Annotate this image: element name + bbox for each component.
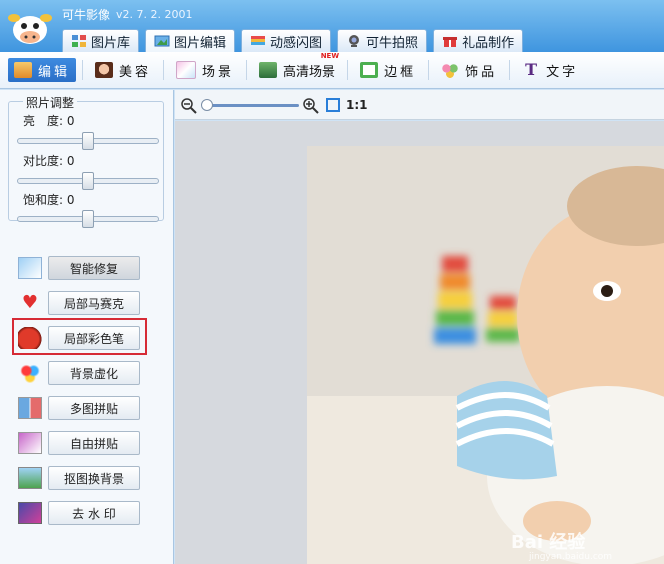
subtool-edit[interactable]: 编辑 [8, 58, 77, 82]
tab-label: 图片库 [91, 35, 131, 51]
tool-blur-background: 背景虚化 [18, 360, 140, 386]
saturation-slider-knob[interactable] [82, 210, 94, 228]
tool-free-collage: 自由拼贴 [18, 430, 140, 456]
saturation-slider[interactable] [17, 210, 159, 228]
subtool-label: 高清场景 [283, 64, 336, 80]
brightness-slider[interactable] [17, 132, 159, 150]
main-tabs: 图片库 图片编辑 动感闪图 可牛拍照 礼品制作 [62, 29, 524, 52]
frame-icon [360, 62, 379, 78]
multi-collage-icon [18, 397, 42, 419]
subtool-label: 场景 [202, 64, 235, 80]
subtool-accessory[interactable]: 饰品 [435, 58, 503, 82]
baby-photo-illustration [307, 146, 664, 564]
image-canvas[interactable]: Bai 经验 jingyan.baidu.com [175, 121, 664, 564]
zoom-slider[interactable] [201, 99, 299, 111]
tool-cutout-background: 抠图换背景 [18, 465, 140, 491]
tab-gallery[interactable]: 图片库 [62, 29, 140, 52]
blur-background-icon [18, 362, 42, 384]
gallery-icon [72, 35, 86, 47]
brightness-slider-knob[interactable] [82, 132, 94, 150]
baidu-watermark: Bai 经验 [511, 532, 586, 553]
hd-scene-icon [259, 62, 278, 78]
actual-size-button[interactable]: 1:1 [346, 98, 368, 112]
brightness-value: 0 [66, 114, 75, 128]
new-badge: NEW [320, 52, 340, 60]
blur-background-button[interactable]: 背景虚化 [48, 361, 140, 385]
zoom-toolbar: 1:1 [175, 90, 664, 120]
cutout-background-button[interactable]: 抠图换背景 [48, 466, 140, 490]
divider [428, 60, 430, 80]
subtool-text[interactable]: T 文字 [516, 58, 584, 82]
contrast-value: 0 [66, 154, 75, 168]
flash-animation-icon [251, 36, 266, 45]
tab-label: 礼品制作 [462, 35, 515, 51]
color-pen-highlight-box [12, 318, 147, 355]
tab-label: 图片编辑 [174, 35, 227, 51]
free-collage-icon [18, 432, 42, 454]
tool-multi-collage: 多图拼贴 [18, 395, 140, 421]
zoom-out-icon[interactable] [181, 98, 197, 114]
edit-picture-icon [154, 35, 170, 47]
title-bar: 可牛影像 v2. 7. 2. 2001 图片库 图片编辑 动感闪图 可牛拍照 礼… [0, 0, 664, 52]
edit-icon [14, 62, 32, 78]
saturation-label: 饱和度: 0 [23, 193, 75, 207]
cow-logo-icon [8, 14, 52, 44]
tool-mosaic: ♥ 局部马赛克 [18, 290, 140, 316]
tab-label: 动感闪图 [270, 35, 323, 51]
webcam-icon [349, 35, 360, 47]
photo-adjust-group: 照片调整 亮 度: 0 对比度: 0 饱和度: 0 [8, 94, 164, 228]
subtool-label: 边框 [384, 64, 417, 80]
mosaic-heart-icon: ♥ [21, 292, 39, 313]
subtool-label: 美容 [119, 64, 152, 80]
accessory-icon [441, 62, 460, 78]
cutout-background-icon [18, 467, 42, 489]
group-title: 照片调整 [23, 94, 78, 111]
tab-gift[interactable]: 礼品制作 [433, 29, 524, 52]
free-collage-button[interactable]: 自由拼贴 [48, 431, 140, 455]
subtool-hd-scene[interactable]: 高清场景 NEW [253, 52, 341, 82]
magic-wand-icon [18, 257, 42, 279]
remove-watermark-button[interactable]: 去 水 印 [48, 501, 140, 525]
edit-subtoolbar: 编辑 美容 场景 高清场景 NEW 边框 饰品 T 文字 [0, 52, 664, 89]
tab-label: 可牛拍照 [366, 35, 419, 51]
subtool-label: 编辑 [38, 64, 71, 80]
subtool-label: 饰品 [465, 64, 498, 80]
mosaic-button[interactable]: 局部马赛克 [48, 291, 140, 315]
divider [163, 60, 165, 80]
tool-smart-repair: 智能修复 [18, 255, 140, 281]
divider [82, 60, 84, 80]
divider [509, 60, 511, 80]
remove-watermark-icon [18, 502, 42, 524]
subtool-beauty[interactable]: 美容 [89, 58, 157, 82]
tab-flash-animation[interactable]: 动感闪图 [241, 29, 332, 52]
app-version: v2. 7. 2. 2001 [116, 8, 193, 21]
text-icon: T [525, 60, 538, 79]
subtool-label: 文字 [546, 64, 579, 80]
contrast-slider[interactable] [17, 172, 159, 190]
left-tool-panel: 照片调整 亮 度: 0 对比度: 0 饱和度: 0 智能修复 ♥ 局部马赛克 局… [0, 90, 174, 564]
baidu-watermark-url: jingyan.baidu.com [529, 552, 613, 562]
divider [347, 60, 349, 80]
zoom-in-icon[interactable] [303, 98, 319, 114]
beauty-face-icon [95, 62, 114, 78]
brightness-label: 亮 度: 0 [23, 114, 75, 128]
subtool-scene[interactable]: 场景 [170, 58, 240, 82]
saturation-value: 0 [66, 193, 75, 207]
tab-edit-picture[interactable]: 图片编辑 [145, 29, 236, 52]
zoom-slider-knob[interactable] [201, 99, 213, 111]
scene-icon [176, 61, 197, 79]
smart-repair-button[interactable]: 智能修复 [48, 256, 140, 280]
fit-to-window-icon[interactable] [326, 98, 340, 112]
gift-icon [443, 37, 458, 47]
tab-webcam[interactable]: 可牛拍照 [337, 29, 428, 52]
baby-photo: Bai 经验 jingyan.baidu.com [307, 146, 664, 564]
contrast-label: 对比度: 0 [23, 154, 75, 168]
multi-collage-button[interactable]: 多图拼贴 [48, 396, 140, 420]
divider [246, 60, 248, 80]
tool-remove-watermark: 去 水 印 [18, 500, 140, 526]
contrast-slider-knob[interactable] [82, 172, 94, 190]
app-title: 可牛影像 [62, 8, 111, 22]
subtool-frame[interactable]: 边框 [354, 58, 422, 82]
